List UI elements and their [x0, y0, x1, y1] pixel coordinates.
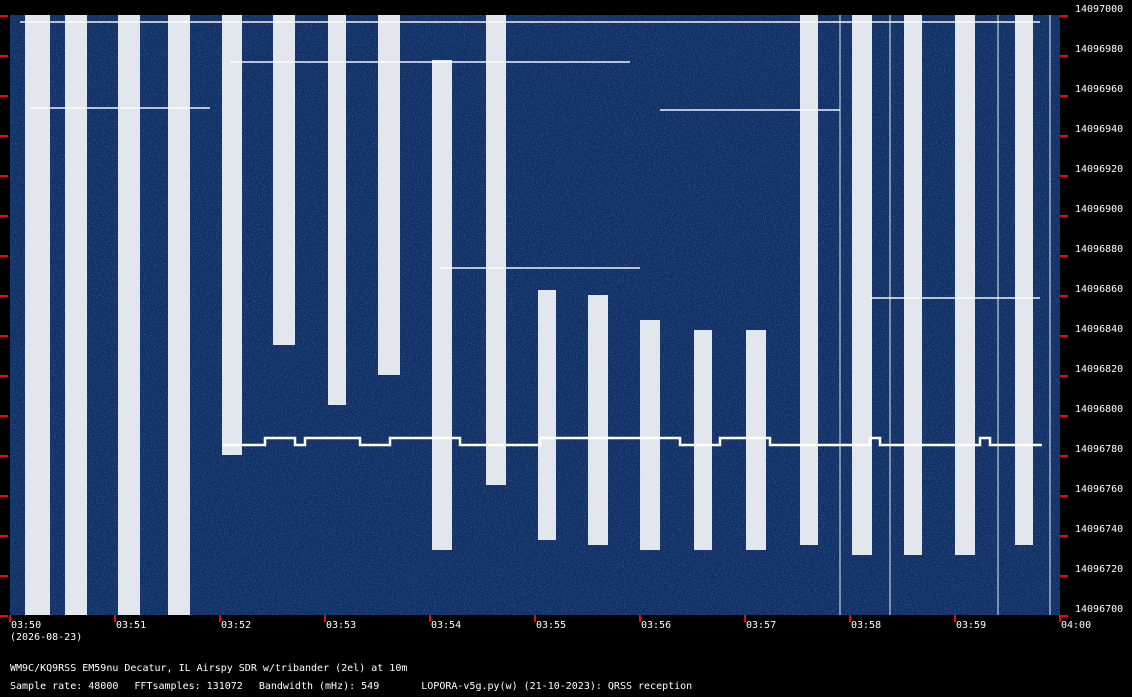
time-tick-label: 03:58: [851, 620, 882, 631]
freq-tick-label: 14096840: [1075, 324, 1124, 335]
bandwidth: Bandwidth (mHz): 549: [258, 681, 380, 692]
freq-tick-label: 14096900: [1075, 204, 1124, 215]
time-tick-label: 03:57: [746, 620, 777, 631]
freq-tick-label: 14096720: [1075, 564, 1124, 575]
freq-tick-label: 14097000: [1075, 4, 1124, 15]
freq-tick-label: 14096780: [1075, 444, 1124, 455]
sample-rate: Sample rate: 48000: [10, 681, 119, 692]
time-tick-label: 03:50: [11, 620, 42, 631]
freq-tick-label: 14096700: [1075, 604, 1124, 615]
time-tick-label: 03:53: [326, 620, 357, 631]
freq-tick-label: 14096760: [1075, 484, 1124, 495]
station-info: WM9C/KQ9RSS EM59nu Decatur, IL Airspy SD…: [10, 663, 408, 674]
freq-tick-label: 14096740: [1075, 524, 1124, 535]
freq-tick-label: 14096960: [1075, 84, 1124, 95]
receiver-settings: Sample rate: 48000 FFTsamples: 131072 Ba…: [10, 681, 702, 692]
freq-tick-label: 14096820: [1075, 364, 1124, 375]
freq-tick-label: 14096800: [1075, 404, 1124, 415]
time-tick-label: 03:55: [536, 620, 567, 631]
time-tick-label: 03:52: [221, 620, 252, 631]
time-tick-label: 03:59: [956, 620, 987, 631]
date-label: (2026-08-23): [10, 632, 83, 643]
fft-samples: FFTsamples: 131072: [134, 681, 243, 692]
time-tick-label: 04:00: [1061, 620, 1092, 631]
freq-tick-label: 14096940: [1075, 124, 1124, 135]
time-tick-label: 03:54: [431, 620, 462, 631]
freq-tick-label: 14096980: [1075, 44, 1124, 55]
software-version: LOPORA-v5g.py(w) (21-10-2023): QRSS rece…: [421, 681, 693, 692]
waterfall-plot: [0, 15, 1068, 622]
freq-tick-label: 14096860: [1075, 284, 1124, 295]
freq-tick-label: 14096880: [1075, 244, 1124, 255]
freq-tick-label: 14096920: [1075, 164, 1124, 175]
time-tick-label: 03:56: [641, 620, 672, 631]
time-tick-label: 03:51: [116, 620, 147, 631]
noise-overlay: [10, 15, 1060, 615]
